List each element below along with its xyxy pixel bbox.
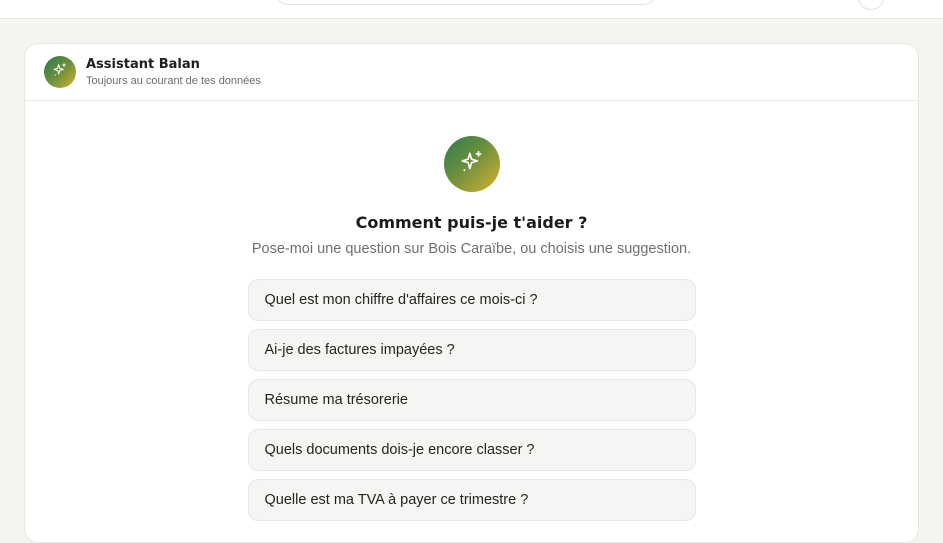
page-title: Comment puis-je t'aider ?: [355, 213, 588, 232]
suggestion-documents-button[interactable]: Quels documents dois-je encore classer ?: [247, 429, 696, 471]
page-subtitle: Pose-moi une question sur Bois Caraïbe, …: [251, 241, 692, 257]
empty-state: Comment puis-je t'aider ? Pose-moi une q…: [25, 136, 918, 521]
sparkles-icon: [459, 149, 485, 180]
assistant-avatar: [44, 56, 76, 88]
suggestion-vat-button[interactable]: Quelle est ma TVA à payer ce trimestre ?: [247, 479, 696, 521]
suggestion-treasury-button[interactable]: Résume ma trésorerie: [247, 379, 696, 421]
suggestion-list: Quel est mon chiffre d'affaires ce mois-…: [247, 279, 696, 521]
search-input[interactable]: [276, 0, 656, 5]
avatar[interactable]: [858, 0, 884, 10]
suggestion-revenue-button[interactable]: Quel est mon chiffre d'affaires ce mois-…: [247, 279, 696, 321]
suggestion-unpaid-invoices-button[interactable]: Ai-je des factures impayées ?: [247, 329, 696, 371]
assistant-subtitle: Toujours au courant de tes données: [86, 74, 261, 87]
assistant-header: Assistant Balan Toujours au courant de t…: [25, 44, 918, 101]
assistant-panel: Assistant Balan Toujours au courant de t…: [24, 43, 919, 543]
top-bar: [0, 0, 943, 19]
sparkles-icon: [52, 62, 68, 83]
assistant-title: Assistant Balan: [86, 56, 200, 72]
assistant-hero-badge: [443, 136, 500, 192]
